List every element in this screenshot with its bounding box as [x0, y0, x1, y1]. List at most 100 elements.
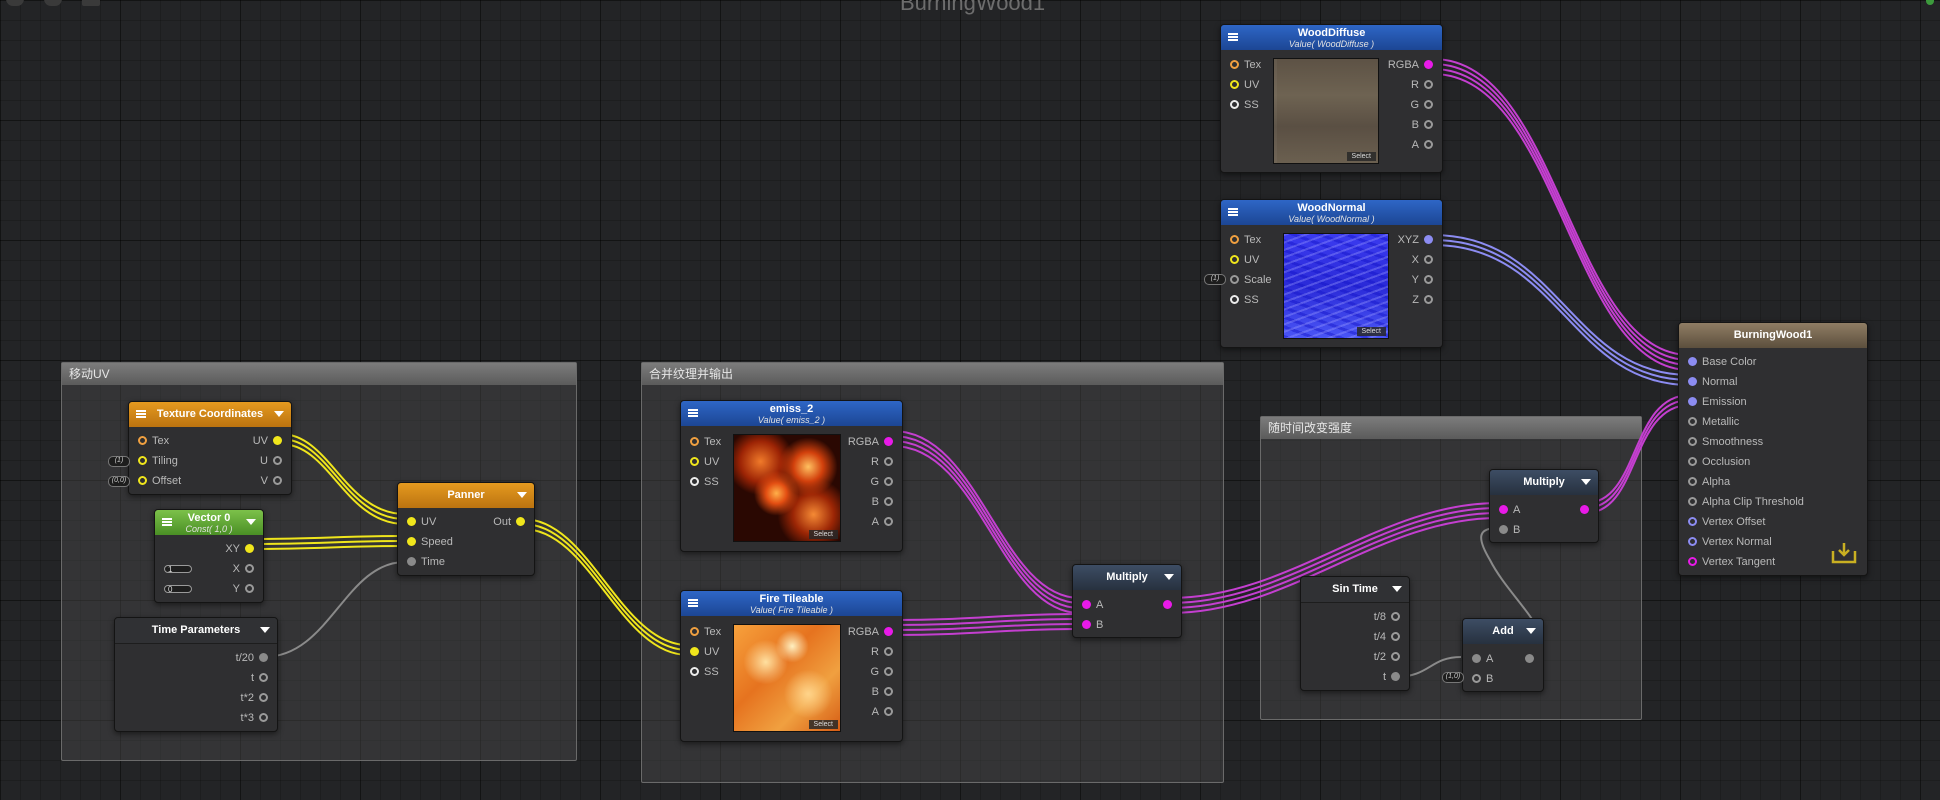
port-dot[interactable] — [1230, 235, 1239, 244]
sin-time-node[interactable]: Sin Time t/8 t/4 t/2 t — [1300, 576, 1410, 691]
node-header[interactable]: WoodNormal Value( WoodNormal ) — [1221, 200, 1442, 225]
texture-preview[interactable]: Select — [1273, 58, 1379, 164]
port-dot[interactable] — [884, 477, 893, 486]
port-dot[interactable] — [884, 707, 893, 716]
texture-preview[interactable]: Select — [1283, 233, 1389, 339]
add-node[interactable]: Add A B — [1462, 618, 1544, 692]
dropdown-icon[interactable] — [1164, 574, 1174, 580]
time-parameters-node[interactable]: Time Parameters t/20 t t*2 t*3 — [114, 617, 278, 732]
node-header[interactable]: Add — [1463, 619, 1543, 644]
port-dot[interactable] — [1230, 295, 1239, 304]
port-dot[interactable] — [259, 673, 268, 682]
port-dot[interactable] — [884, 667, 893, 676]
node-header[interactable]: Panner — [398, 483, 534, 508]
tiling-inline-field[interactable]: (1) — [108, 456, 130, 467]
group-title[interactable]: 随时间改变强度 — [1261, 417, 1641, 439]
port-dot[interactable] — [884, 437, 893, 446]
port-dot[interactable] — [1688, 537, 1697, 546]
dropdown-icon[interactable] — [517, 492, 527, 498]
menu-icon[interactable] — [1228, 208, 1238, 216]
wood-normal-texture-node[interactable]: WoodNormal Value( WoodNormal ) Tex UV Sc… — [1220, 199, 1443, 348]
add-b-inline-field[interactable]: (1,0) — [1442, 672, 1464, 683]
port-dot[interactable] — [1424, 235, 1433, 244]
port-dot[interactable] — [138, 476, 147, 485]
port-dot[interactable] — [884, 687, 893, 696]
node-header[interactable]: WoodDiffuse Value( WoodDiffuse ) — [1221, 25, 1442, 50]
dropdown-icon[interactable] — [1392, 586, 1402, 592]
menu-icon[interactable] — [136, 410, 146, 418]
port-dot[interactable] — [1499, 505, 1508, 514]
texture-preview[interactable]: Select — [733, 434, 841, 542]
port-dot[interactable] — [1424, 80, 1433, 89]
port-dot[interactable] — [245, 564, 254, 573]
port-dot[interactable] — [1391, 612, 1400, 621]
toolbar-button[interactable] — [82, 0, 100, 6]
port-dot[interactable] — [138, 436, 147, 445]
menu-icon[interactable] — [688, 599, 698, 607]
port-dot[interactable] — [1230, 60, 1239, 69]
port-dot[interactable] — [1391, 672, 1400, 681]
select-button[interactable]: Select — [808, 530, 838, 539]
multiply-node[interactable]: Multiply A B — [1072, 564, 1182, 638]
port-dot[interactable] — [690, 647, 699, 656]
wood-diffuse-texture-node[interactable]: WoodDiffuse Value( WoodDiffuse ) Tex UV … — [1220, 24, 1443, 173]
offset-inline-field[interactable]: (0,0) — [108, 476, 130, 487]
download-icon[interactable] — [1831, 541, 1857, 565]
menu-icon[interactable] — [162, 518, 172, 526]
port-dot[interactable] — [1424, 60, 1433, 69]
node-header[interactable]: BurningWood1 — [1679, 323, 1867, 348]
texture-preview[interactable]: Select — [733, 624, 841, 732]
select-button[interactable]: Select — [1356, 327, 1386, 336]
dropdown-icon[interactable] — [1581, 479, 1591, 485]
port-dot[interactable] — [407, 517, 416, 526]
panner-node[interactable]: Panner UV Speed Time Out — [397, 482, 535, 576]
port-dot[interactable] — [1230, 80, 1239, 89]
toolbar-button[interactable] — [6, 0, 24, 6]
port-dot[interactable] — [1391, 652, 1400, 661]
port-dot[interactable] — [1525, 654, 1534, 663]
port-dot[interactable] — [1580, 505, 1589, 514]
port-dot[interactable] — [516, 517, 525, 526]
port-dot[interactable] — [1499, 525, 1508, 534]
port-dot[interactable] — [690, 457, 699, 466]
port-dot[interactable] — [1230, 100, 1239, 109]
port-dot[interactable] — [690, 667, 699, 676]
graph-canvas[interactable]: BurningWood1 移动UV 合并纹理并输出 随时间改变强度 Textur… — [0, 0, 1940, 800]
port-dot[interactable] — [259, 713, 268, 722]
port-dot[interactable] — [690, 477, 699, 486]
port-dot[interactable] — [259, 653, 268, 662]
group-title[interactable]: 移动UV — [62, 363, 576, 385]
select-button[interactable]: Select — [1346, 152, 1376, 161]
port-dot[interactable] — [1688, 557, 1697, 566]
toolbar-button[interactable] — [44, 0, 62, 6]
port-dot[interactable] — [245, 544, 254, 553]
port-dot[interactable] — [1163, 600, 1172, 609]
y-value-field[interactable]: 0 — [164, 585, 192, 594]
group-title[interactable]: 合并纹理并输出 — [642, 363, 1223, 385]
port-dot[interactable] — [1082, 620, 1091, 629]
port-dot[interactable] — [1424, 100, 1433, 109]
port-dot[interactable] — [1688, 477, 1697, 486]
fire-tileable-texture-node[interactable]: Fire Tileable Value( Fire Tileable ) Tex… — [680, 590, 903, 742]
port-dot[interactable] — [407, 537, 416, 546]
port-dot[interactable] — [884, 647, 893, 656]
node-header[interactable]: Fire Tileable Value( Fire Tileable ) — [681, 591, 902, 616]
port-dot[interactable] — [1688, 357, 1697, 366]
port-dot[interactable] — [259, 693, 268, 702]
port-dot[interactable] — [884, 457, 893, 466]
dropdown-icon[interactable] — [260, 627, 270, 633]
dropdown-icon[interactable] — [274, 411, 284, 417]
port-dot[interactable] — [1688, 397, 1697, 406]
multiply2-node[interactable]: Multiply A B — [1489, 469, 1599, 543]
menu-icon[interactable] — [688, 409, 698, 417]
port-dot[interactable] — [1391, 632, 1400, 641]
port-dot[interactable] — [245, 584, 254, 593]
port-dot[interactable] — [884, 627, 893, 636]
port-dot[interactable] — [1472, 674, 1481, 683]
port-dot[interactable] — [273, 436, 282, 445]
port-dot[interactable] — [1424, 140, 1433, 149]
port-dot[interactable] — [884, 497, 893, 506]
node-header[interactable]: Texture Coordinates — [129, 402, 291, 427]
scale-inline-field[interactable]: (1) — [1204, 274, 1226, 285]
x-value-field[interactable]: 1 — [164, 565, 192, 574]
